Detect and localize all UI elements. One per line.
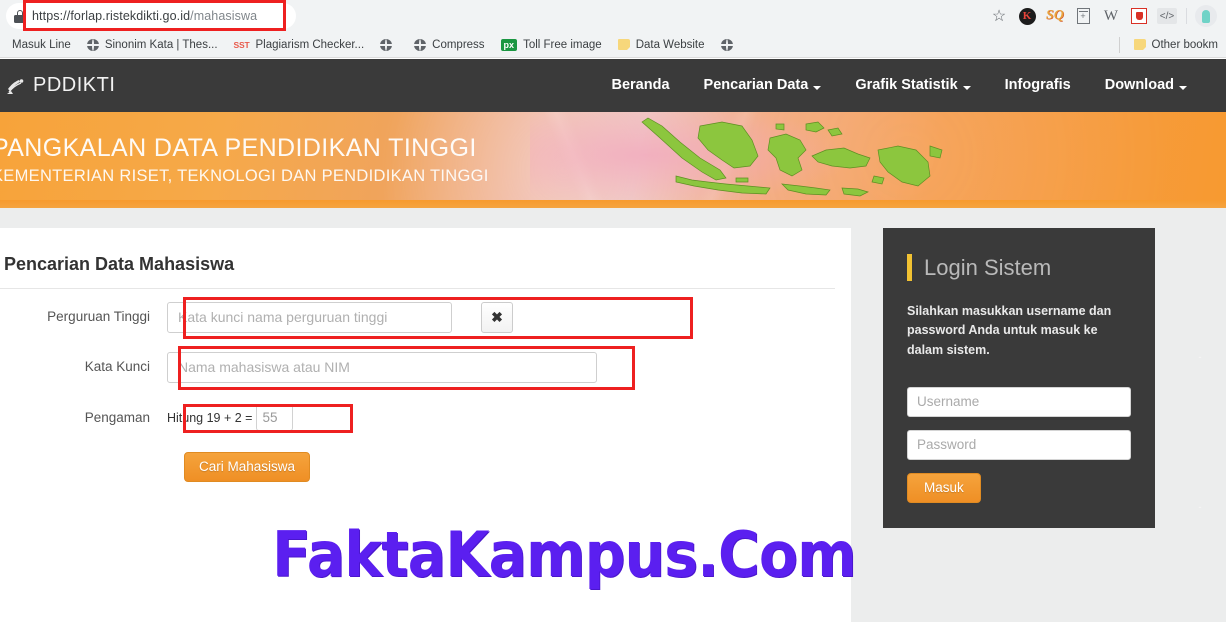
nav-label: Grafik Statistik: [855, 77, 958, 93]
label-pengaman: Pengaman: [84, 410, 150, 425]
label-kata-kunci: Kata Kunci: [84, 359, 150, 374]
clear-perguruan-tinggi-button[interactable]: ✖: [481, 302, 513, 333]
bookmark-item[interactable]: [713, 35, 747, 55]
nav-item-infografis[interactable]: Infografis: [988, 59, 1088, 112]
globe-icon: [720, 38, 733, 51]
form-row-kata-kunci: Kata Kunci Nama mahasiswa atau NIM: [0, 352, 597, 383]
bookmarks-bar: Masuk Line Sinonim Kata | Thes... SST Pl…: [0, 32, 1226, 58]
code-extension-icon[interactable]: </>: [1153, 2, 1181, 30]
bookmark-item[interactable]: Masuk Line: [4, 35, 79, 55]
site-navbar: PDDIKTI Beranda Pencarian Data Grafik St…: [0, 59, 1226, 112]
site-banner: PANGKALAN DATA PENDIDIKAN TINGGI KEMENTE…: [0, 112, 1226, 208]
address-bar[interactable]: https://forlap.ristekdikti.go.id/mahasis…: [6, 3, 296, 29]
perguruan-tinggi-input[interactable]: Kata kunci nama perguruan tinggi: [167, 302, 452, 333]
nav-item-pencarian-data[interactable]: Pencarian Data: [687, 59, 839, 112]
other-bookmarks-container: Other bookm: [1118, 35, 1226, 55]
globe-icon: [86, 38, 99, 51]
masuk-button[interactable]: Masuk: [907, 473, 981, 503]
nav-item-download[interactable]: Download: [1088, 59, 1204, 112]
title-divider: [0, 288, 835, 289]
wikipedia-extension-icon[interactable]: W: [1097, 2, 1125, 30]
login-panel: Login Sistem Silahkan masukkan username …: [883, 228, 1155, 528]
indonesia-map-image: [630, 116, 970, 206]
globe-icon: [380, 38, 393, 51]
brand-logo[interactable]: PDDIKTI: [0, 74, 115, 97]
captcha-input[interactable]: 55: [256, 404, 294, 431]
nav-label: Infografis: [1004, 77, 1071, 93]
lock-icon: [14, 9, 25, 23]
nav-label: Beranda: [611, 77, 670, 93]
sq-extension-icon[interactable]: SQ: [1041, 2, 1069, 30]
banner-bottom-strip: [0, 200, 1226, 208]
bookmarks-divider: [1118, 36, 1120, 53]
toolbar-divider: [1186, 8, 1187, 24]
folder-icon: [1133, 39, 1147, 51]
bookmark-item[interactable]: [372, 35, 406, 55]
nav-links: Beranda Pencarian Data Grafik Statistik …: [595, 59, 1226, 112]
chevron-down-icon: [962, 85, 971, 90]
banner-subtitle: KEMENTERIAN RISET, TEKNOLOGI DAN PENDIDI…: [0, 166, 489, 185]
brand-label: PDDIKTI: [33, 74, 116, 96]
username-input[interactable]: Username: [907, 387, 1131, 418]
profile-avatar-icon[interactable]: [1192, 2, 1220, 30]
browser-toolbar: https://forlap.ristekdikti.go.id/mahasis…: [0, 0, 1226, 32]
page-title: Pencarian Data Mahasiswa: [4, 254, 235, 274]
other-bookmarks-button[interactable]: Other bookm: [1126, 35, 1226, 55]
bookmark-label: Sinonim Kata | Thes...: [104, 38, 218, 51]
watermark-text: FaktaKampus.Com: [272, 518, 857, 591]
password-input[interactable]: Password: [907, 430, 1131, 461]
bookmark-label: Toll Free image: [523, 38, 602, 51]
sst-icon: SST: [233, 39, 250, 50]
nav-label: Pencarian Data: [703, 77, 809, 93]
px-icon: px: [500, 38, 518, 51]
login-description: Silahkan masukkan username dan password …: [907, 304, 1112, 357]
adblock-shield-extension-icon[interactable]: [1125, 2, 1153, 30]
kata-kunci-input[interactable]: Nama mahasiswa atau NIM: [167, 352, 597, 383]
captcha-question: Hitung 19 + 2 =: [167, 410, 253, 425]
nav-item-grafik-statistik[interactable]: Grafik Statistik: [838, 59, 987, 112]
label-perguruan-tinggi: Perguruan Tinggi: [47, 309, 150, 324]
other-bookmarks-label: Other bookm: [1151, 38, 1218, 51]
address-bar-container: https://forlap.ristekdikti.go.id/mahasis…: [6, 0, 296, 31]
browser-window: https://forlap.ristekdikti.go.id/mahasis…: [0, 0, 1226, 622]
form-row-perguruan-tinggi: Perguruan Tinggi Kata kunci nama perguru…: [0, 302, 513, 333]
bookmark-star-icon[interactable]: ☆: [985, 2, 1013, 30]
url-text: https://forlap.ristekdikti.go.id/mahasis…: [32, 9, 257, 23]
banner-text: PANGKALAN DATA PENDIDIKAN TINGGI KEMENTE…: [0, 134, 489, 186]
login-title-label: Login Sistem: [924, 254, 1052, 280]
form-row-pengaman: Pengaman Hitung 19 + 2 = 55: [0, 404, 294, 432]
url-origin: https://forlap.ristekdikti.go.id: [32, 9, 191, 23]
login-accent-bar: [907, 254, 912, 281]
bookmark-label: Data Website: [635, 38, 705, 51]
bookmark-item[interactable]: SST Plagiarism Checker...: [226, 35, 373, 55]
kaspersky-extension-icon[interactable]: K: [1013, 2, 1041, 30]
chevron-down-icon: [813, 85, 822, 90]
nav-label: Download: [1104, 77, 1174, 93]
cari-mahasiswa-button[interactable]: Cari Mahasiswa: [184, 452, 311, 482]
document-extension-icon[interactable]: +: [1069, 2, 1097, 30]
folder-icon: [617, 39, 631, 51]
bookmark-item[interactable]: Data Website: [610, 35, 713, 55]
bookmark-label: Compress: [432, 38, 485, 51]
pddikti-logo-icon: [6, 76, 26, 96]
chevron-down-icon: [1179, 85, 1187, 90]
bookmark-label: Plagiarism Checker...: [255, 38, 365, 51]
toolbar-icons: ☆ K SQ + W </>: [985, 2, 1226, 30]
login-title: Login Sistem: [907, 254, 1131, 281]
globe-icon: [414, 38, 427, 51]
bookmark-item[interactable]: Sinonim Kata | Thes...: [79, 35, 226, 55]
nav-item-beranda[interactable]: Beranda: [595, 59, 687, 112]
bookmark-label: Masuk Line: [12, 38, 71, 51]
close-icon: ✖: [491, 309, 503, 325]
submit-row: Cari Mahasiswa: [184, 452, 311, 482]
bookmark-item[interactable]: Compress: [406, 35, 492, 55]
url-path: /mahasiswa: [190, 9, 258, 23]
banner-title: PANGKALAN DATA PENDIDIKAN TINGGI: [0, 134, 477, 162]
bookmark-item[interactable]: px Toll Free image: [493, 35, 610, 55]
